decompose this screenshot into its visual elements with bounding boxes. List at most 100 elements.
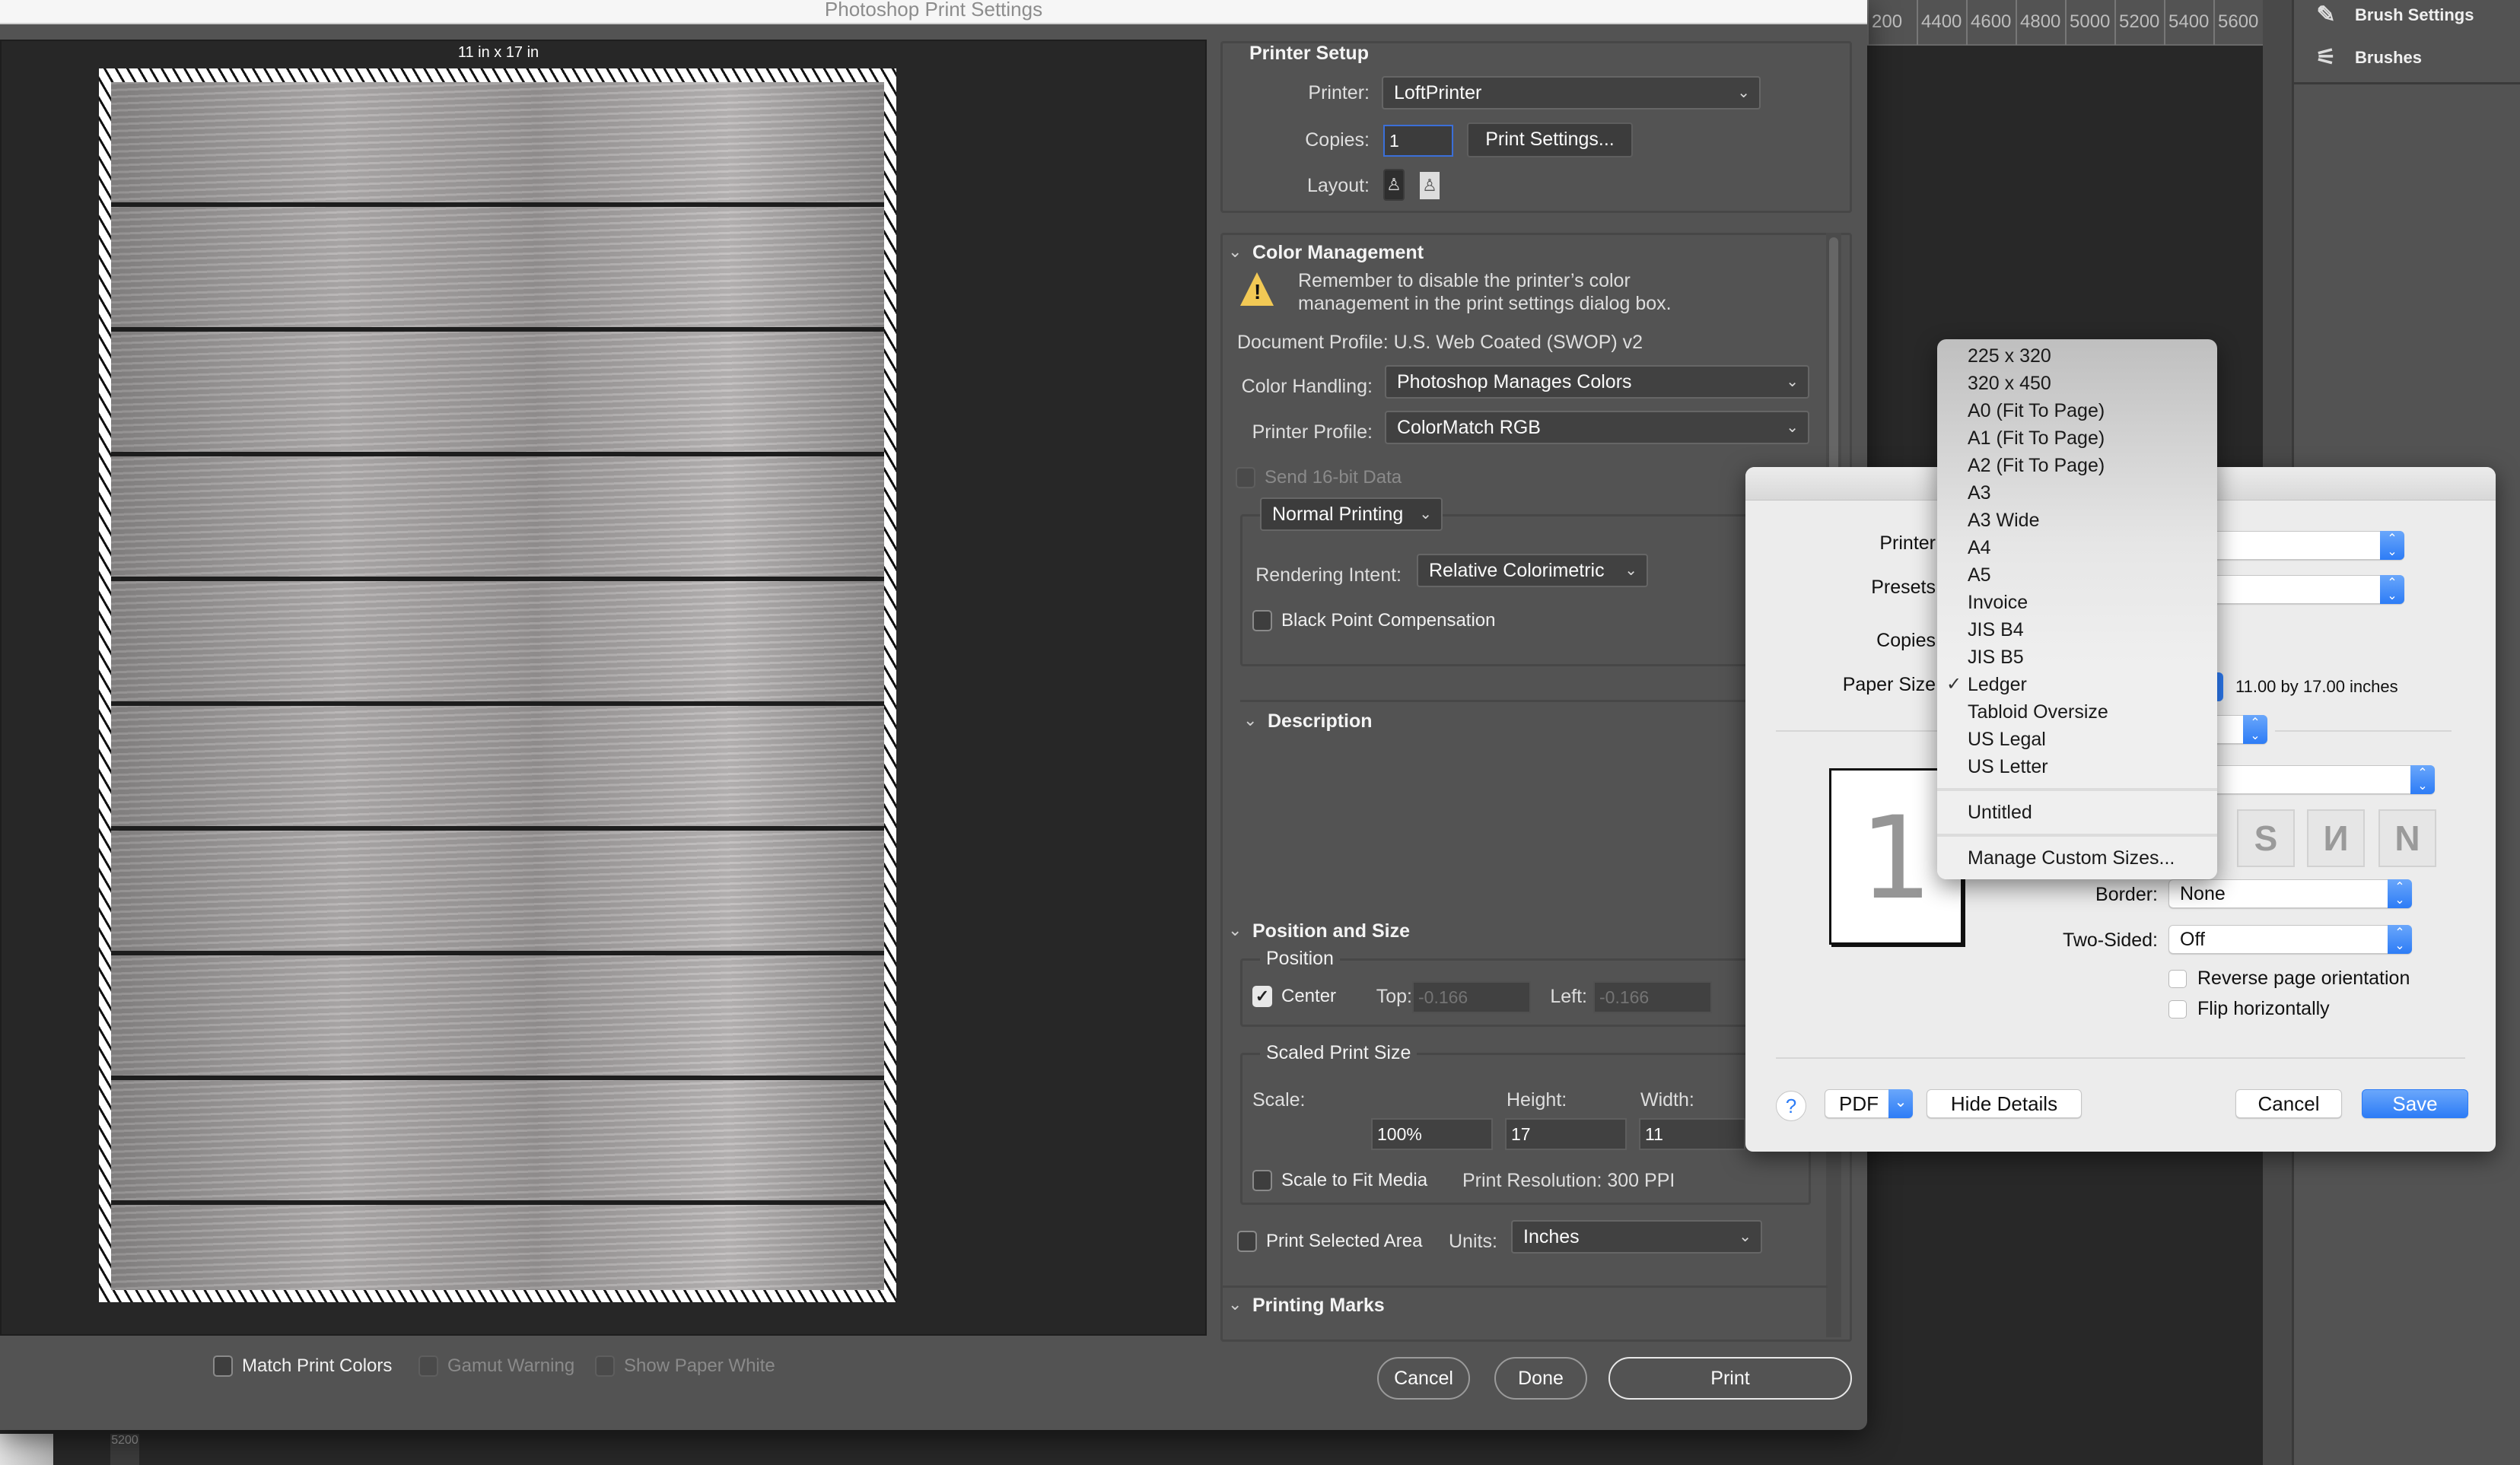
- print-button[interactable]: Print: [1608, 1357, 1852, 1400]
- layout-direction-reverse-n-icon[interactable]: И: [2307, 809, 2365, 867]
- menu-item[interactable]: US Legal: [1937, 726, 2217, 753]
- menu-item[interactable]: A1 (Fit To Page): [1937, 424, 2217, 452]
- menu-item[interactable]: A4: [1937, 534, 2217, 561]
- top-input[interactable]: -0.166: [1412, 981, 1531, 1013]
- chevron-down-icon[interactable]: ⌄: [1228, 242, 1242, 262]
- reverse-orientation-checkbox[interactable]: Reverse page orientation: [2168, 968, 2410, 990]
- checkbox-box[interactable]: [2168, 969, 2187, 988]
- printer-profile-select[interactable]: ColorMatch RGB ⌄: [1385, 411, 1809, 444]
- checkbox-label: Print Selected Area: [1266, 1231, 1423, 1251]
- scaled-print-size-title: Scaled Print Size: [1260, 1042, 1418, 1064]
- scale-to-fit-checkbox[interactable]: Scale to Fit Media: [1252, 1170, 1427, 1191]
- menu-item-label: Invoice: [1968, 592, 2028, 613]
- layout-direction-s-icon[interactable]: S: [2237, 809, 2295, 867]
- menu-item[interactable]: A3: [1937, 479, 2217, 507]
- checkbox-box[interactable]: [595, 1355, 615, 1377]
- menu-item[interactable]: A5: [1937, 561, 2217, 589]
- height-input[interactable]: 17: [1505, 1118, 1627, 1150]
- checkbox-box[interactable]: [1252, 610, 1272, 631]
- layout-direction-n-icon[interactable]: N: [2378, 809, 2436, 867]
- menu-item-selected[interactable]: ✓ Ledger: [1937, 671, 2217, 698]
- match-print-colors-checkbox[interactable]: Match Print Colors: [213, 1355, 392, 1377]
- horizontal-ruler: 200 4400 4600 4800 5000 5200 5400 5600: [1867, 0, 2263, 46]
- width-input[interactable]: 11: [1639, 1118, 1745, 1150]
- color-handling-select[interactable]: Photoshop Manages Colors ⌄: [1385, 365, 1809, 399]
- mac-divider: [1776, 1057, 2465, 1059]
- printing-marks-title[interactable]: Printing Marks: [1252, 1295, 1385, 1317]
- ruler-tick: 5600: [2213, 0, 2263, 45]
- done-button[interactable]: Done: [1494, 1357, 1587, 1400]
- checkmark-icon: ✓: [1946, 674, 1962, 694]
- panel-brushes[interactable]: ⚟ Brushes: [2309, 43, 2423, 73]
- print-mode-select[interactable]: Normal Printing ⌄: [1260, 497, 1443, 531]
- chevron-down-icon: ⌄: [1786, 373, 1799, 390]
- rendering-intent-select[interactable]: Relative Colorimetric ⌄: [1417, 554, 1648, 587]
- chevron-down-icon[interactable]: ⌄: [1228, 1295, 1242, 1314]
- center-checkbox[interactable]: ✓ Center: [1252, 986, 1336, 1007]
- left-label: Left:: [1550, 986, 1587, 1007]
- menu-item[interactable]: US Letter: [1937, 753, 2217, 780]
- copies-input[interactable]: 1: [1383, 125, 1453, 157]
- paper-size-label: 11 in x 17 in: [457, 44, 539, 61]
- menu-item[interactable]: A0 (Fit To Page): [1937, 397, 2217, 424]
- two-sided-select[interactable]: Off ⌃ ⌄: [2168, 925, 2412, 954]
- checkbox-box[interactable]: [418, 1355, 438, 1377]
- print-selected-area-checkbox[interactable]: Print Selected Area: [1237, 1231, 1422, 1252]
- color-management-title[interactable]: Color Management: [1252, 242, 1424, 264]
- landscape-layout-icon[interactable]: ♙: [1420, 172, 1440, 199]
- show-paper-white-checkbox[interactable]: Show Paper White: [595, 1355, 775, 1377]
- scale-input[interactable]: 100%: [1371, 1118, 1493, 1150]
- gamut-warning-checkbox[interactable]: Gamut Warning: [418, 1355, 574, 1377]
- cancel-button[interactable]: Cancel: [1377, 1357, 1470, 1400]
- chevron-down-icon: ⌄: [1888, 1089, 1913, 1118]
- printer-profile-label: Printer Profile:: [1252, 421, 1373, 443]
- menu-item[interactable]: A3 Wide: [1937, 507, 2217, 534]
- menu-item[interactable]: Invoice: [1937, 589, 2217, 616]
- rendering-intent-label: Rendering Intent:: [1255, 564, 1402, 586]
- menu-item[interactable]: 225 x 320: [1937, 342, 2217, 370]
- description-title[interactable]: Description: [1268, 710, 1373, 732]
- mac-presets-select[interactable]: ⌃ ⌄: [2207, 575, 2404, 604]
- menu-item-label: JIS B5: [1968, 647, 2024, 668]
- menu-item-custom[interactable]: Untitled: [1937, 799, 2217, 826]
- flip-horizontally-checkbox[interactable]: Flip horizontally: [2168, 998, 2330, 1020]
- checkbox-box[interactable]: [1252, 1170, 1272, 1191]
- select-value: None: [2180, 883, 2226, 904]
- checkbox-box[interactable]: [2168, 999, 2187, 1019]
- menu-item[interactable]: A2 (Fit To Page): [1937, 452, 2217, 479]
- menu-item[interactable]: 320 x 450: [1937, 370, 2217, 397]
- black-point-compensation-checkbox[interactable]: Black Point Compensation: [1252, 610, 1495, 631]
- mac-cancel-button[interactable]: Cancel: [2235, 1089, 2342, 1118]
- left-input[interactable]: -0.166: [1593, 981, 1712, 1013]
- border-select[interactable]: None ⌃ ⌄: [2168, 879, 2412, 908]
- menu-item-manage[interactable]: Manage Custom Sizes...: [1937, 844, 2217, 872]
- menu-item-label: Untitled: [1968, 802, 2032, 823]
- units-select[interactable]: Inches ⌄: [1511, 1220, 1762, 1254]
- position-size-title[interactable]: Position and Size: [1252, 920, 1410, 942]
- panel-brush-settings[interactable]: ✎ Brush Settings: [2309, 0, 2474, 30]
- mac-printer-select[interactable]: ⌃ ⌄: [2207, 531, 2404, 560]
- menu-item[interactable]: JIS B4: [1937, 616, 2217, 644]
- checkbox-box[interactable]: [1236, 467, 1255, 488]
- chevron-down-icon[interactable]: ⌄: [1243, 710, 1257, 730]
- vertical-ruler: 5200: [110, 1434, 139, 1465]
- print-settings-button[interactable]: Print Settings...: [1467, 122, 1633, 157]
- pdf-menu-button[interactable]: PDF ⌄: [1825, 1089, 1913, 1118]
- ruler-tick: 5200: [2114, 0, 2164, 45]
- mac-save-button[interactable]: Save: [2362, 1089, 2468, 1118]
- checkbox-box[interactable]: [1237, 1231, 1257, 1252]
- checkmark-icon[interactable]: ✓: [1252, 986, 1272, 1007]
- mac-divider: [2275, 730, 2452, 732]
- preview-image[interactable]: [111, 82, 884, 1290]
- printer-select[interactable]: LoftPrinter ⌄: [1382, 76, 1761, 110]
- help-button[interactable]: ?: [1776, 1091, 1806, 1121]
- send-16bit-checkbox[interactable]: Send 16-bit Data: [1236, 467, 1402, 488]
- menu-item[interactable]: JIS B5: [1937, 644, 2217, 671]
- hide-details-button[interactable]: Hide Details: [1927, 1089, 2082, 1118]
- menu-separator: [1937, 834, 2217, 837]
- menu-item[interactable]: Tabloid Oversize: [1937, 698, 2217, 726]
- chevron-down-icon[interactable]: ⌄: [1228, 920, 1242, 940]
- checkbox-box[interactable]: [213, 1355, 233, 1377]
- mac-pages-per-sheet-select[interactable]: ⌃ ⌄: [2207, 765, 2435, 794]
- portrait-layout-icon[interactable]: ♙: [1383, 169, 1405, 201]
